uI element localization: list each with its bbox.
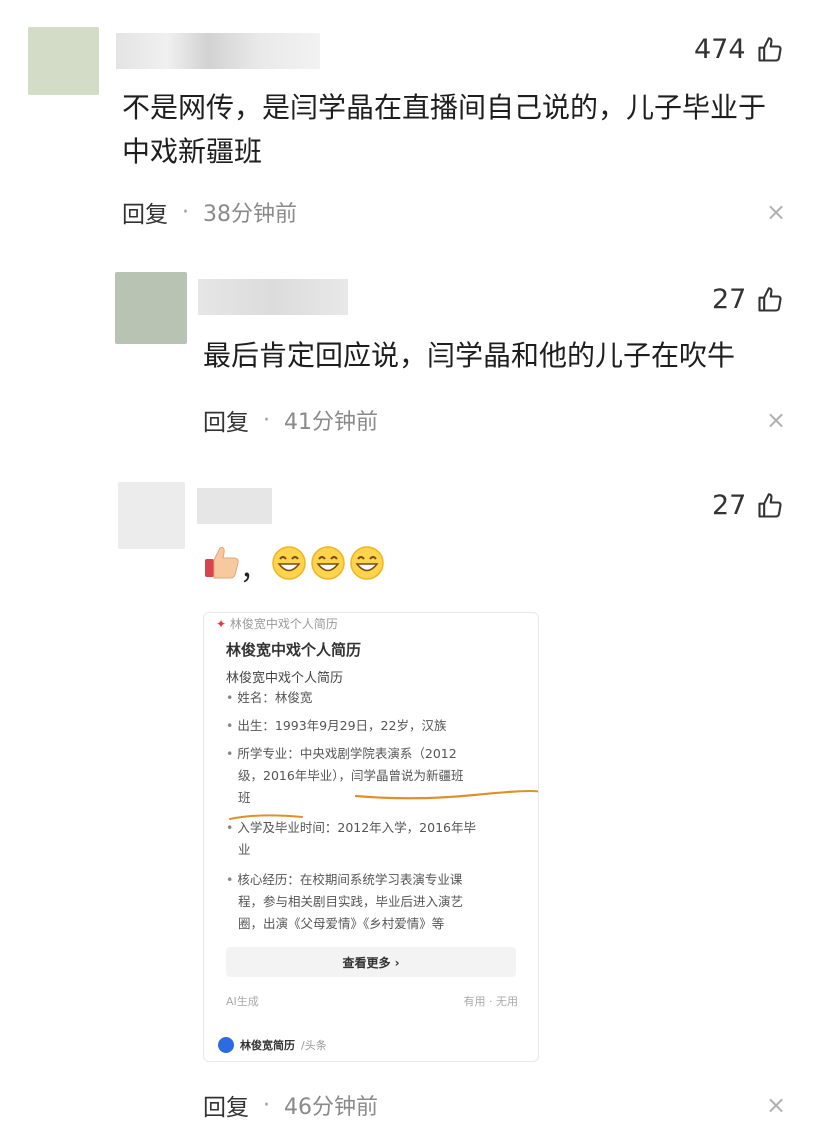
like-count-value: 27 — [712, 284, 747, 315]
card-line: 业 — [238, 842, 251, 857]
comment-meta: 回复 · 41分钟前 — [203, 403, 378, 437]
card-footer-right: 有用 · 无用 — [463, 995, 519, 1008]
emoji-comma: ， — [240, 553, 269, 586]
avatar[interactable] — [28, 27, 99, 95]
thumbs-up-emoji-icon — [205, 547, 239, 579]
timestamp: 46分钟前 — [284, 1095, 378, 1120]
card-line: 班 — [238, 790, 251, 805]
thumbs-up-icon[interactable] — [756, 36, 784, 64]
card-brand: 林俊宽简历 /头条 — [218, 1037, 327, 1053]
like-count-value: 27 — [712, 490, 747, 521]
timestamp: 38分钟前 — [203, 202, 297, 227]
reply-button[interactable]: 回复 — [122, 195, 168, 229]
avatar[interactable] — [118, 482, 185, 549]
card-line: 圈，出演《父母爱情》《乡村爱情》等 — [238, 916, 445, 931]
comment-meta: 回复 · 38分钟前 — [122, 195, 297, 229]
grin-emoji-icon — [311, 546, 345, 580]
separator-dot: · — [263, 1092, 270, 1118]
like-count[interactable]: 27 — [712, 490, 784, 521]
reply-button[interactable]: 回复 — [203, 403, 249, 437]
thumbs-up-icon[interactable] — [756, 492, 784, 520]
comment-text: 最后肯定回应说，闫学晶和他的儿子在吹牛 — [203, 334, 735, 378]
close-icon[interactable]: × — [766, 1091, 786, 1119]
like-count-value: 474 — [694, 34, 746, 65]
thumbs-up-icon[interactable] — [756, 286, 784, 314]
card-line: • 姓名：林俊宽 — [226, 690, 313, 705]
brand-name: 林俊宽简历 — [240, 1039, 295, 1052]
view-more-button[interactable]: 查看更多 › — [226, 947, 516, 977]
highlight-underline — [229, 814, 303, 820]
comment-text-line: 不是网传，是闫学晶在直播间自己说的，儿子毕业于 — [122, 91, 767, 124]
attached-image[interactable]: ✦ 林俊宽中戏个人简历 林俊宽中戏个人简历 林俊宽中戏个人简历 • 姓名：林俊宽 … — [203, 612, 539, 1062]
card-footer-left: AI生成 — [226, 995, 259, 1008]
close-icon[interactable]: × — [766, 198, 786, 226]
username-blurred[interactable] — [197, 488, 272, 524]
card-line: 级，2016年毕业），闫学晶曾说为新疆班 — [238, 768, 464, 783]
comment-text-line: 中戏新疆班 — [122, 135, 263, 168]
comment-meta: 回复 · 46分钟前 — [203, 1088, 378, 1122]
comment-text: 不是网传，是闫学晶在直播间自己说的，儿子毕业于 中戏新疆班 — [122, 86, 766, 174]
separator-dot: · — [182, 199, 189, 225]
close-icon[interactable]: × — [766, 406, 786, 434]
comment-text-line: 最后肯定回应说，闫学晶和他的儿子在吹牛 — [203, 339, 736, 372]
avatar[interactable] — [115, 272, 187, 344]
username-blurred[interactable] — [116, 33, 320, 69]
card-top-text: ✦ 林俊宽中戏个人简历 — [216, 615, 338, 632]
card-subtitle: 林俊宽中戏个人简历 — [226, 671, 344, 686]
separator-dot: · — [263, 407, 270, 433]
grin-emoji-icon — [350, 546, 384, 580]
like-count[interactable]: 27 — [712, 284, 784, 315]
highlight-underline — [354, 789, 538, 800]
brand-logo-icon — [218, 1037, 234, 1053]
grin-emoji-icon — [272, 546, 306, 580]
username-blurred[interactable] — [198, 279, 348, 315]
brand-suffix: /头条 — [301, 1039, 327, 1052]
like-count[interactable]: 474 — [694, 34, 784, 65]
timestamp: 41分钟前 — [284, 410, 378, 435]
card-line: • 出生：1993年9月29日，22岁，汉族 — [226, 718, 447, 733]
card-line: 程，参与相关剧目实践，毕业后进入演艺 — [238, 894, 464, 909]
reply-button[interactable]: 回复 — [203, 1088, 249, 1122]
card-top-label: 林俊宽中戏个人简历 — [229, 617, 338, 631]
card-top-marker: ✦ — [216, 617, 230, 631]
card-line: • 所学专业：中央戏剧学院表演系（2012 — [226, 746, 457, 761]
card-line: • 核心经历：在校期间系统学习表演专业课 — [226, 872, 463, 887]
card-title: 林俊宽中戏个人简历 — [226, 641, 362, 659]
